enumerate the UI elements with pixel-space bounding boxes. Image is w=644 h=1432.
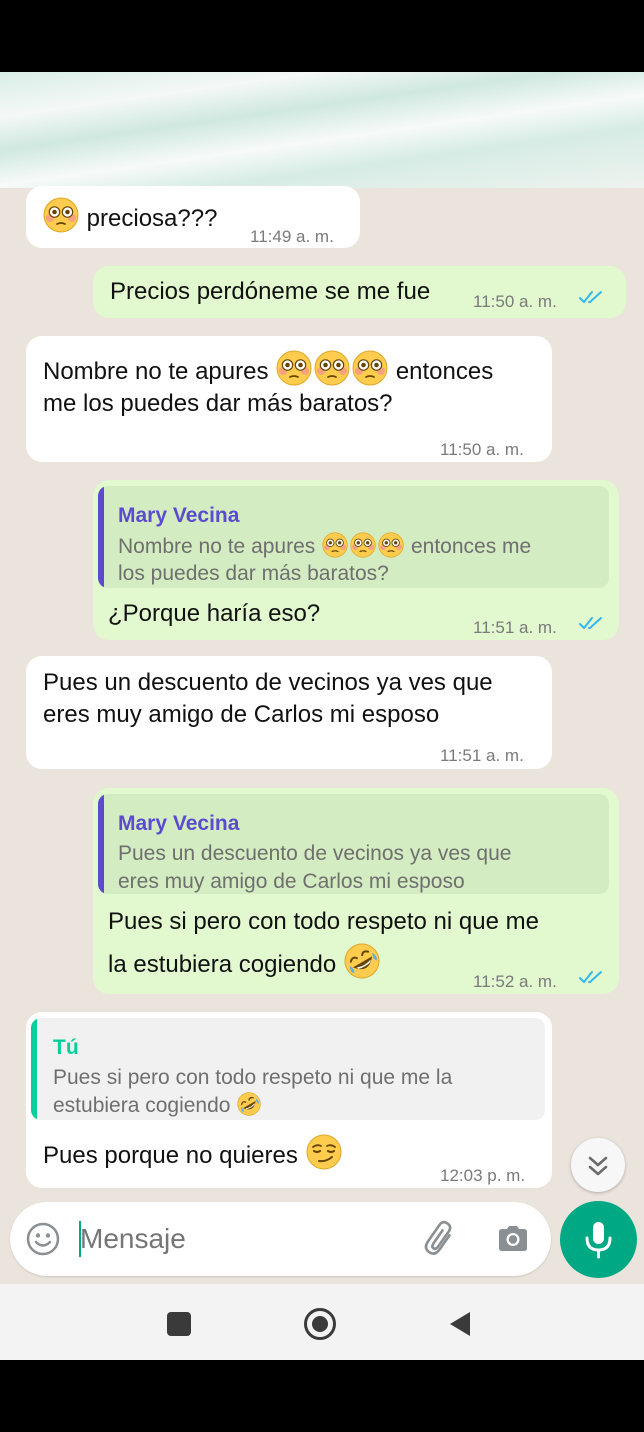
message-text: eres muy amigo de Carlos mi esposo xyxy=(43,701,440,728)
message-incoming[interactable]: Pues un descuento de vecinos ya ves que … xyxy=(26,656,552,769)
message-text: Pues porque no quieres xyxy=(43,1142,298,1169)
message-composer xyxy=(10,1202,551,1276)
quote-bar xyxy=(98,486,104,588)
message-time: 11:52 a. m. xyxy=(473,972,557,991)
recents-button[interactable] xyxy=(167,1312,191,1336)
flushed-face-emoji xyxy=(322,532,348,558)
flushed-face-emoji xyxy=(350,532,376,558)
quote-bar xyxy=(31,1018,37,1120)
home-button[interactable] xyxy=(302,1306,338,1342)
message-incoming[interactable]: preciosa??? 11:49 a. m. xyxy=(26,186,360,248)
chat-screen: preciosa??? 11:49 a. m. Precios perdónem… xyxy=(0,72,644,1360)
chat-header-blurred xyxy=(0,72,644,188)
quote-text: estubiera cogiendo xyxy=(53,1094,231,1117)
message-time: 12:03 p. m. xyxy=(440,1166,526,1185)
mic-icon xyxy=(585,1222,612,1259)
flushed-face-emoji xyxy=(314,350,350,386)
flushed-face-emoji xyxy=(43,197,79,233)
message-time: 11:51 a. m. xyxy=(440,746,524,765)
quoted-message[interactable]: Tú Pues si pero con todo respeto ni que … xyxy=(31,1018,545,1120)
quote-text: entonces me xyxy=(410,535,532,558)
smirk-emoji xyxy=(306,1134,342,1170)
message-text: la estubiera cogiendo xyxy=(108,951,337,978)
quote-bar xyxy=(98,794,104,894)
message-outgoing-reply[interactable]: Mary Vecina Pues un descuento de vecinos… xyxy=(93,788,619,994)
quoted-message[interactable]: Mary Vecina Nombre no te apures entonces… xyxy=(98,486,609,588)
quote-author: Mary Vecina xyxy=(118,812,240,835)
camera-icon[interactable] xyxy=(495,1221,531,1257)
chevron-double-down-icon xyxy=(588,1156,608,1176)
message-text: me los puedes dar más baratos? xyxy=(43,390,393,417)
flushed-face-emoji xyxy=(378,532,404,558)
message-incoming-reply[interactable]: Tú Pues si pero con todo respeto ni que … xyxy=(26,1012,552,1188)
read-ticks-icon xyxy=(579,616,605,630)
flushed-face-emoji xyxy=(276,350,312,386)
read-ticks-icon xyxy=(579,290,605,304)
message-text: ¿Porque haría eso? xyxy=(108,600,321,627)
message-text: Pues un descuento de vecinos ya ves que xyxy=(43,669,493,696)
quote-author: Tú xyxy=(53,1036,79,1059)
message-incoming[interactable]: Nombre no te apures entonces me los pued… xyxy=(26,336,552,462)
quote-text: eres muy amigo de Carlos mi esposo xyxy=(118,870,465,893)
message-time: 11:50 a. m. xyxy=(473,292,557,311)
read-ticks-icon xyxy=(579,970,605,984)
quote-text: Pues un descuento de vecinos ya ves que xyxy=(118,842,512,865)
message-input[interactable] xyxy=(80,1214,410,1264)
rofl-emoji xyxy=(344,943,380,979)
quote-text: Pues si pero con todo respeto ni que me … xyxy=(53,1066,453,1089)
quote-text: Nombre no te apures xyxy=(118,535,316,558)
voice-message-button[interactable] xyxy=(560,1201,637,1278)
message-text: preciosa??? xyxy=(86,205,218,232)
message-outgoing[interactable]: Precios perdóneme se me fue 11:50 a. m. xyxy=(93,266,626,318)
quote-author: Mary Vecina xyxy=(118,504,240,527)
scroll-to-bottom-button[interactable] xyxy=(571,1138,625,1192)
quote-text: los puedes dar más baratos? xyxy=(118,562,389,585)
message-time: 11:51 a. m. xyxy=(473,618,557,637)
message-text: Pues si pero con todo respeto ni que me xyxy=(108,908,539,935)
message-text: entonces xyxy=(395,358,494,385)
message-time: 11:49 a. m. xyxy=(250,227,334,246)
message-text: Precios perdóneme se me fue xyxy=(110,278,431,305)
quoted-message[interactable]: Mary Vecina Pues un descuento de vecinos… xyxy=(98,794,609,894)
back-button[interactable] xyxy=(446,1309,476,1339)
emoji-icon[interactable] xyxy=(25,1221,61,1257)
flushed-face-emoji xyxy=(352,350,388,386)
message-time: 11:50 a. m. xyxy=(440,440,524,459)
system-navigation-bar xyxy=(0,1284,644,1360)
rofl-emoji xyxy=(237,1092,261,1116)
message-text: Nombre no te apures xyxy=(43,358,269,385)
attach-icon[interactable] xyxy=(420,1219,460,1259)
message-outgoing-reply[interactable]: Mary Vecina Nombre no te apures entonces… xyxy=(93,480,619,640)
